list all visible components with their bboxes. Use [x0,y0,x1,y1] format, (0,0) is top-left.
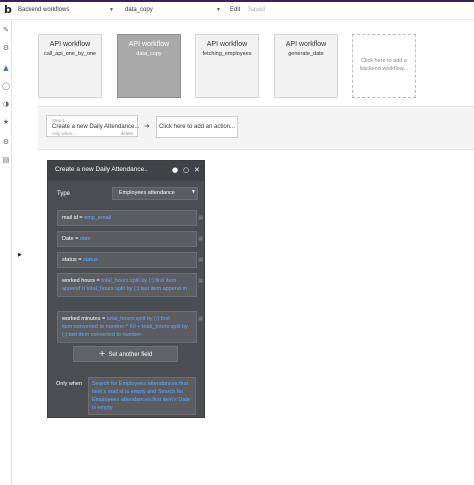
close-icon[interactable]: ✕ [194,166,200,174]
field-expression[interactable]: emp_email [84,215,111,221]
add-backend-workflow-card[interactable]: Click here to add a backend workflow... [352,34,416,98]
only-when-expression[interactable]: Search for Employees attendances:first i… [88,377,196,415]
top-accent-line [0,0,474,2]
trash-icon[interactable]: ▦ [198,235,203,243]
bug-icon[interactable]: ⚙ [2,44,10,52]
saved-status: Saved [248,7,266,13]
field-status[interactable]: status = status ▦ [57,252,203,268]
palette-icon[interactable]: ◑ [2,100,10,108]
chevron-down-icon: ▼ [191,189,196,195]
field-expression[interactable]: status [83,257,98,263]
field-label: worked minutes = [62,316,106,322]
pencil-icon[interactable]: ✎ [2,26,10,34]
field-expression[interactable]: date [80,236,91,242]
editor-header[interactable]: Create a new Daily Attendance.. ● ○ ✕ [48,161,204,181]
field-label: status = [62,257,82,263]
database-icon[interactable]: ◯ [2,82,10,90]
edit-menu[interactable]: Edit [230,5,240,16]
arrow-right-icon: ➜ [144,122,150,130]
card-name: call_api_one_by_one [44,51,96,57]
card-name: data_copy [136,51,162,57]
plus-icon: + [98,349,106,358]
field-mail-id[interactable]: mail id = emp_email ▦ [57,210,203,226]
trash-icon[interactable]: ▦ [198,315,203,323]
card-name: generate_date [288,51,324,57]
field-date[interactable]: Date = date ▦ [57,231,203,247]
trash-icon[interactable]: ▦ [198,277,203,285]
plugins-icon[interactable]: ★ [2,118,10,126]
card-title: API workflow [49,41,91,48]
workflow-card-call-api-one-by-one[interactable]: API workflow call_api_one_by_one [38,34,102,98]
step-number: Step 1 [52,118,66,123]
expand-sidebar-icon[interactable]: ▶ [18,252,22,258]
card-title: API workflow [206,41,248,48]
step-delete-link[interactable]: delete [121,131,133,136]
set-another-field-label: Set another field [108,352,153,358]
settings-icon[interactable]: ⚙ [2,138,10,146]
card-name: fetching_employees [202,51,252,57]
workflow-select-dropdown[interactable]: data_copy ▼ [125,5,221,16]
workflow-icon[interactable]: ▲ [2,64,10,72]
left-sidebar: ✎ ⚙ ▲ ◯ ◑ ★ ⚙ ▤ [0,20,12,485]
workflow-card-fetching-employees[interactable]: API workflow fetching_employees [195,34,259,98]
type-label: Type [57,191,71,197]
bubble-logo-icon[interactable]: b [4,4,16,16]
type-select-value: Employees attendance [112,187,198,200]
field-label: worked hours = [62,278,100,284]
chevron-down-icon: ▼ [216,7,221,13]
top-bar: b Backend workflows ▼ data_copy ▼ Edit S… [0,0,474,20]
step-1-card[interactable]: Step 1 Create a new Daily Attendance... … [46,115,140,137]
property-editor-panel: Create a new Daily Attendance.. ● ○ ✕ Ty… [47,160,205,418]
editor-title: Create a new Daily Attendance.. [55,166,148,173]
workflow-card-data-copy[interactable]: API workflow data_copy [117,34,181,98]
only-when-label: Only when [56,381,82,387]
type-select[interactable]: Employees attendance ▼ [112,187,198,200]
add-workflow-text: Click here to add a backend workflow... [360,58,408,72]
workflows-dropdown[interactable]: Backend workflows ▼ [18,5,114,16]
add-action-button[interactable]: Click here to add an action... [156,116,238,138]
chevron-down-icon: ▼ [109,7,114,13]
step-title: Create a new Daily Attendance... [52,124,140,130]
field-worked-minutes[interactable]: worked minutes = total_hours:split by (:… [57,311,203,343]
field-label: mail id = [62,215,83,221]
comment-icon[interactable]: ○ [183,166,189,174]
workflow-select-label: data_copy [125,7,153,13]
workflow-steps-row: Step 1 Create a new Daily Attendance... … [38,106,474,150]
workflow-card-generate-date[interactable]: API workflow generate_date [274,34,338,98]
card-title: API workflow [285,41,327,48]
workflows-dropdown-label: Backend workflows [18,7,70,13]
set-another-field-button[interactable]: + Set another field [73,346,178,362]
trash-icon[interactable]: ▦ [198,256,203,264]
step-only-when-link[interactable]: only when... [52,131,76,136]
card-title: API workflow [128,41,170,48]
trash-icon[interactable]: ▦ [198,214,203,222]
logs-icon[interactable]: ▤ [2,156,10,164]
info-icon[interactable]: ● [172,166,178,174]
field-label: Date = [62,236,79,242]
field-worked-hours[interactable]: worked hours = total_hours:split by (:):… [57,273,203,297]
